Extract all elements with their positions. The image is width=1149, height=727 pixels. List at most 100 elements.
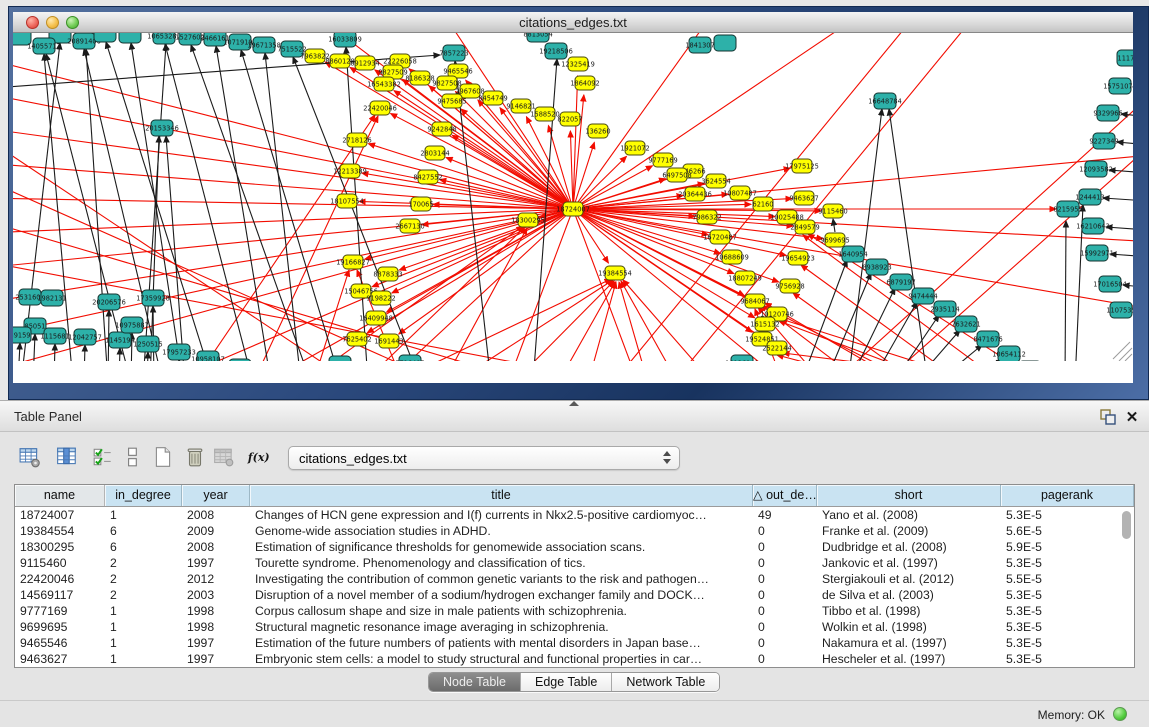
table-row[interactable]: 911546021997Tourette syndrome. Phenomeno…	[15, 555, 1134, 571]
network-window-titlebar[interactable]: citations_edges.txt	[13, 12, 1133, 33]
graph-node[interactable]: 15751074	[1103, 78, 1133, 94]
new-table-icon[interactable]	[149, 444, 177, 472]
graph-node[interactable]: 19218506	[539, 43, 573, 59]
graph-node[interactable]: 15992971	[1080, 245, 1114, 261]
graph-node[interactable]: 16648784	[868, 93, 902, 109]
graph-node[interactable]: 10807487	[723, 186, 757, 200]
graph-node[interactable]: 7857223	[439, 45, 468, 61]
graph-node[interactable]: 39159	[13, 327, 31, 343]
select-all-icon[interactable]	[89, 444, 117, 472]
graph-node[interactable]: 3624554	[701, 174, 730, 188]
graph-node[interactable]: 136260	[585, 124, 610, 138]
graph-node[interactable]: 8186328	[405, 71, 434, 85]
graph-node[interactable]: 9463627	[789, 191, 818, 205]
graph-node[interactable]: 7632621	[951, 316, 980, 332]
show-column-icon[interactable]	[53, 444, 81, 472]
delete-table-icon[interactable]	[181, 444, 209, 472]
column-header-in_degree[interactable]: in_degree	[105, 485, 182, 506]
tab-edge-table[interactable]: Edge Table	[521, 673, 612, 691]
graph-node[interactable]: 2803144	[420, 146, 449, 160]
graph-node[interactable]: 18107554	[330, 194, 364, 208]
graph-node[interactable]: 5716485	[395, 355, 424, 361]
column-header-out_de[interactable]: △ out_de…	[753, 485, 817, 506]
network-window[interactable]: citations_edges.txt 14055717208914061065…	[8, 6, 1149, 400]
graph-node[interactable]: 16782759	[223, 359, 257, 361]
graph-node[interactable]: 10958107	[191, 351, 225, 361]
table-row[interactable]: 1830029562008Estimation of significance …	[15, 539, 1134, 555]
graph-node[interactable]: 19384554	[598, 266, 632, 280]
graph-node[interactable]: 8215955	[1053, 201, 1082, 217]
table-selector-dropdown[interactable]: citations_edges.txt	[288, 446, 680, 470]
graph-node[interactable]: 17975125	[785, 159, 819, 173]
column-header-pagerank[interactable]: pagerank	[1001, 485, 1134, 506]
graph-node[interactable]: 2718126	[342, 133, 371, 147]
graph-node[interactable]: 1244413	[1075, 189, 1104, 205]
graph-node[interactable]: 1921072	[620, 141, 649, 155]
graph-node[interactable]: 1107535	[1106, 302, 1133, 318]
merge-tables-icon[interactable]	[119, 444, 147, 472]
float-panel-icon[interactable]	[1099, 408, 1117, 426]
graph-node[interactable]: 822057	[557, 112, 582, 126]
table-row[interactable]: 946362711997Embryonic stem cells: a mode…	[15, 651, 1134, 667]
graph-node[interactable]: 9857791	[325, 356, 354, 361]
graph-node[interactable]: 1841307	[685, 37, 714, 53]
graph-node[interactable]: 11175	[1117, 50, 1133, 66]
graph-node[interactable]: 9115460	[818, 204, 847, 218]
table-settings-icon[interactable]	[16, 444, 44, 472]
column-header-title[interactable]: title	[250, 485, 753, 506]
graph-node[interactable]: 8471676	[973, 331, 1002, 347]
graph-node[interactable]: 7986322	[692, 210, 721, 224]
graph-node[interactable]	[119, 33, 141, 43]
graph-node[interactable]: 12213389	[333, 164, 367, 178]
graph-node[interactable]	[94, 33, 116, 42]
table-row[interactable]: 969969511998Structural magnetic resonanc…	[15, 619, 1134, 635]
graph-node[interactable]: 1640954	[838, 246, 867, 262]
graph-node[interactable]: 16210643	[1076, 218, 1110, 234]
graph-node[interactable]: 10654112	[992, 346, 1026, 361]
graph-node[interactable]: 6879197	[886, 274, 915, 290]
graph-node[interactable]: 8878333	[373, 267, 402, 281]
graph-node[interactable]: 9474444	[908, 288, 937, 304]
column-header-short[interactable]: short	[817, 485, 1001, 506]
network-canvas[interactable]: 1405571720891406106532871527602946616110…	[13, 33, 1133, 361]
splitter-handle[interactable]	[569, 401, 579, 406]
column-header-name[interactable]: name	[15, 485, 105, 506]
table-vertical-scrollbar[interactable]	[1121, 511, 1132, 663]
table-row[interactable]: 977716911998Corpus callosum shape and si…	[15, 603, 1134, 619]
graph-node[interactable]: 2935114	[930, 301, 959, 317]
window-zoom-button[interactable]	[66, 16, 79, 29]
tab-network-table[interactable]: Network Table	[612, 673, 719, 691]
table-row[interactable]: 946554611997Estimation of the future num…	[15, 635, 1134, 651]
graph-node[interactable]: 8912934	[350, 56, 379, 70]
close-panel-icon[interactable]: ✕	[1123, 408, 1141, 426]
graph-node[interactable]: 8938923	[862, 259, 891, 275]
graph-node[interactable]: 1250515	[133, 336, 162, 352]
import-table-icon[interactable]	[210, 444, 238, 472]
graph-node[interactable]: 10975887	[115, 317, 149, 333]
graph-node[interactable]: 62160	[753, 197, 774, 211]
function-builder-icon[interactable]: f(x)	[244, 444, 272, 472]
graph-node[interactable]: 16033809	[328, 33, 362, 47]
scrollbar-thumb[interactable]	[1122, 511, 1131, 539]
graph-node[interactable]: 12042757	[68, 329, 102, 345]
table-row[interactable]: 1872400712008Changes of HCN gene express…	[15, 507, 1134, 523]
column-header-year[interactable]: year	[182, 485, 250, 506]
graph-node[interactable]: 19654923	[781, 251, 815, 265]
graph-node[interactable]: 20153346	[145, 120, 179, 136]
graph-node[interactable]: 9329966	[1093, 105, 1122, 121]
graph-node[interactable]: 1864092	[570, 76, 599, 90]
graph-node[interactable]: 8813054	[523, 33, 552, 42]
graph-node[interactable]: 17016504	[1093, 276, 1127, 292]
graph-node[interactable]: 8427552	[413, 170, 442, 184]
graph-node[interactable]: 1982131	[37, 290, 66, 306]
graph-node[interactable]: 12093582	[1079, 161, 1113, 177]
table-row[interactable]: 1938455462009Genome-wide association stu…	[15, 523, 1134, 539]
graph-node[interactable]: 1145194	[105, 332, 134, 348]
graph-node[interactable]: 170065	[408, 197, 433, 211]
window-close-button[interactable]	[26, 16, 39, 29]
graph-node[interactable]: 2667130	[395, 219, 424, 233]
graph-node[interactable]: 22420046	[363, 101, 397, 115]
graph-node[interactable]: 1115681	[40, 328, 69, 344]
tab-node-table[interactable]: Node Table	[429, 673, 521, 691]
graph-node[interactable]: 9756928	[775, 279, 804, 293]
